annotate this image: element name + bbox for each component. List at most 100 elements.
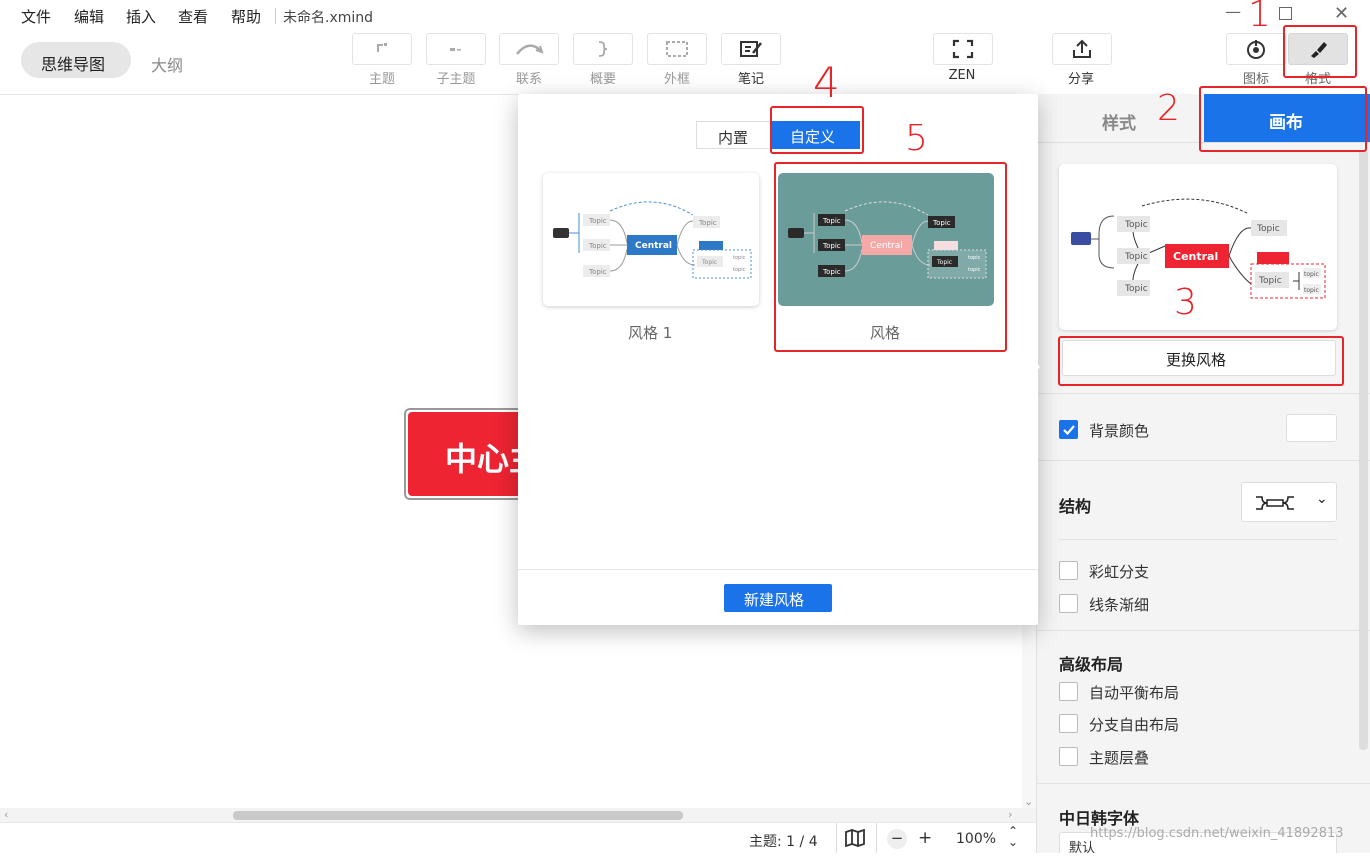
zen-button[interactable] <box>933 33 993 65</box>
style-preview: Topic Topic Topic Central Topic Topic to… <box>1059 164 1337 330</box>
bg-color-swatch[interactable] <box>1286 414 1337 442</box>
share-icon <box>1073 39 1091 58</box>
structure-select[interactable]: ⌄ <box>1241 482 1337 522</box>
zoom-out-button[interactable]: − <box>887 829 907 849</box>
maximize-icon[interactable] <box>1279 7 1292 20</box>
style1-topic-3: Topic <box>588 268 607 276</box>
annotation-number-3: 3 <box>1174 282 1197 323</box>
close-icon[interactable]: ✕ <box>1334 3 1349 24</box>
menu-insert[interactable]: 插入 <box>126 6 156 27</box>
bg-color-checkbox[interactable] <box>1059 420 1078 439</box>
section-divider <box>1037 393 1370 394</box>
style-1-name: 风格 1 <box>628 324 673 342</box>
overlap-checkbox[interactable] <box>1059 747 1078 766</box>
summary-label: 概要 <box>589 72 616 87</box>
status-divider <box>836 823 837 853</box>
style1-sub-1: topic <box>733 255 746 261</box>
menu-help[interactable]: 帮助 <box>231 6 261 27</box>
advanced-layout-title: 高级布局 <box>1059 655 1124 674</box>
icon-button[interactable] <box>1226 33 1286 65</box>
topic-label: 主题 <box>368 72 395 87</box>
style1-central: Central <box>635 241 672 251</box>
zen-label: ZEN <box>948 68 976 83</box>
menu-edit[interactable]: 编辑 <box>74 6 104 27</box>
scroll-left-icon[interactable]: ‹ <box>4 808 8 821</box>
note-icon <box>740 41 762 57</box>
style-card-1[interactable]: Topic Topic Topic Central Topic Topic to… <box>543 173 759 306</box>
map-icon[interactable] <box>844 829 866 847</box>
relation-icon <box>516 44 544 55</box>
sticker-icon <box>1247 40 1265 59</box>
preview-topic-1: Topic <box>1124 220 1148 230</box>
auto-balance-label: 自动平衡布局 <box>1089 684 1180 702</box>
taper-label: 线条渐细 <box>1089 596 1150 614</box>
subtopic-button[interactable] <box>426 33 486 65</box>
check-icon <box>1063 425 1075 436</box>
preview-topic-3: Topic <box>1124 284 1148 294</box>
style1-topic-4: Topic <box>698 219 717 227</box>
topic-count: 主题: 1 / 4 <box>749 834 818 850</box>
menu-divider <box>275 8 276 24</box>
status-divider-2 <box>876 823 877 853</box>
preview-sub-2: topic <box>1304 287 1319 294</box>
annotation-box-format <box>1283 25 1357 78</box>
style1-sub-2: topic <box>733 267 746 273</box>
section-divider-2 <box>1037 460 1370 461</box>
note-button[interactable] <box>721 33 781 65</box>
watermark: https://blog.csdn.net/weixin_41892813 <box>1090 826 1344 841</box>
new-style-button[interactable]: 新建风格 <box>724 584 832 612</box>
zoom-level[interactable]: 100% <box>956 831 996 847</box>
section-divider-4 <box>1037 630 1370 631</box>
new-style-label: 新建风格 <box>744 591 805 609</box>
structure-title: 结构 <box>1059 497 1092 516</box>
zen-icon <box>952 39 974 59</box>
menu-view[interactable]: 查看 <box>178 6 208 27</box>
taper-checkbox[interactable] <box>1059 594 1078 613</box>
scroll-thumb[interactable] <box>233 811 683 820</box>
topic-icon <box>377 43 387 52</box>
scroll-right-icon[interactable]: › <box>1008 808 1012 821</box>
preview-topic-5: Topic <box>1258 276 1282 286</box>
style-preview-thumbnail: Topic Topic Topic Central Topic Topic to… <box>1071 198 1326 299</box>
style-1-thumbnail: Topic Topic Topic Central Topic Topic to… <box>553 201 752 279</box>
topic-button[interactable] <box>352 33 412 65</box>
boundary-icon <box>666 41 688 57</box>
boundary-button[interactable] <box>647 33 707 65</box>
annotation-number-1: 1 <box>1248 0 1271 35</box>
subtopic-icon <box>450 48 461 51</box>
preview-sub-1: topic <box>1304 271 1319 278</box>
share-button[interactable] <box>1052 33 1112 65</box>
bg-color-label: 背景颜色 <box>1089 422 1150 440</box>
zoom-stepper-icon[interactable]: ⌃ ⌄ <box>1008 825 1018 848</box>
preview-topic-2: Topic <box>1124 252 1148 262</box>
overlap-label: 主题层叠 <box>1089 749 1150 767</box>
minimize-icon[interactable]: — <box>1225 2 1241 21</box>
panel-scrollbar[interactable] <box>1359 150 1368 750</box>
relation-button[interactable] <box>499 33 559 65</box>
subtopic-label: 子主题 <box>436 72 476 87</box>
summary-button[interactable] <box>573 33 633 65</box>
style1-topic-2: Topic <box>588 242 607 250</box>
rainbow-label: 彩虹分支 <box>1089 563 1150 581</box>
summary-icon <box>598 41 608 57</box>
free-branch-checkbox[interactable] <box>1059 714 1078 733</box>
tab-mindmap[interactable]: 思维导图 <box>41 51 105 75</box>
popup-pointer <box>1030 355 1040 379</box>
format-panel: 样式 画布 Topic Topic Topic Central Topic To… <box>1036 94 1370 856</box>
annotation-box-canvas-tab <box>1199 86 1367 152</box>
chevron-down-icon: ⌄ <box>1316 491 1328 507</box>
annotation-box-custom-tab <box>770 106 864 154</box>
annotation-box-change-style <box>1058 336 1344 386</box>
auto-balance-checkbox[interactable] <box>1059 682 1078 701</box>
status-bar: 主题: 1 / 4 − + 100% ⌃ ⌄ <box>0 822 1036 853</box>
menu-file[interactable]: 文件 <box>21 6 51 27</box>
note-label: 笔记 <box>737 72 764 87</box>
zoom-in-button[interactable]: + <box>918 828 932 848</box>
scroll-down-icon[interactable]: ⌄ <box>1024 795 1033 808</box>
style1-topic-1: Topic <box>588 217 607 225</box>
tab-style[interactable]: 样式 <box>1102 109 1136 134</box>
tab-builtin[interactable]: 内置 <box>696 121 771 149</box>
tab-outline[interactable]: 大纲 <box>151 52 183 76</box>
annotation-box-style-card <box>774 162 1007 352</box>
rainbow-checkbox[interactable] <box>1059 561 1078 580</box>
